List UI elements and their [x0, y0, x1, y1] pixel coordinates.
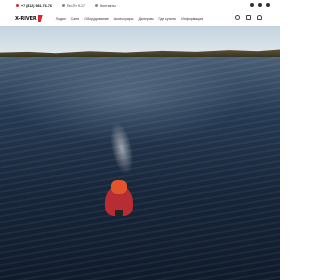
phone-link[interactable]: +7 (812) 981-76-76: [16, 4, 52, 8]
contacts-text: Контакты: [100, 3, 116, 8]
hero-sky: [0, 26, 280, 53]
menu-item-sleds[interactable]: Сани: [71, 17, 80, 21]
menu-item-dealers[interactable]: Дилерам: [138, 17, 153, 21]
site-logo[interactable]: X-RIVER: [15, 14, 43, 23]
working-hours: Пн-Пт 9-17: [61, 3, 86, 8]
logo-mark-icon: [37, 15, 43, 22]
logo-text: X-RIVER: [15, 15, 37, 22]
menu-item-accessories[interactable]: Аксессуары: [114, 17, 134, 21]
favorites-icon[interactable]: [246, 15, 251, 20]
menu-item-information[interactable]: Информация: [181, 17, 203, 21]
contacts-link[interactable]: Контакты: [95, 4, 116, 8]
clock-icon: [61, 4, 65, 7]
hours-text: Пн-Пт 9-17: [66, 3, 86, 8]
menu-item-where-to-buy[interactable]: Где купить: [159, 17, 177, 21]
top-bar: +7 (812) 981-76-76 Пн-Пт 9-17 Контакты: [0, 0, 280, 11]
location-icon: [95, 4, 99, 7]
youtube-icon[interactable]: [258, 3, 262, 7]
user-icon[interactable]: [257, 15, 262, 20]
social-links: [250, 3, 270, 7]
boat-motor: [115, 210, 123, 216]
boat-image: [105, 176, 133, 216]
phone-number: +7 (812) 981-76-76: [21, 3, 52, 8]
hero-banner: [0, 26, 280, 280]
nav-icons: [235, 15, 262, 20]
phone-icon: [16, 4, 19, 7]
search-icon[interactable]: [235, 15, 240, 20]
menu-item-boats[interactable]: Лодки: [56, 17, 66, 21]
telegram-icon[interactable]: [266, 3, 270, 7]
main-menu: Лодки Сани Оборудование Аксессуары Дилер…: [56, 17, 204, 21]
menu-item-equipment[interactable]: Оборудование: [84, 17, 108, 21]
vk-icon[interactable]: [250, 3, 254, 7]
main-navbar: X-RIVER Лодки Сани Оборудование Аксессуа…: [0, 11, 280, 26]
boat-passengers: [111, 180, 127, 194]
